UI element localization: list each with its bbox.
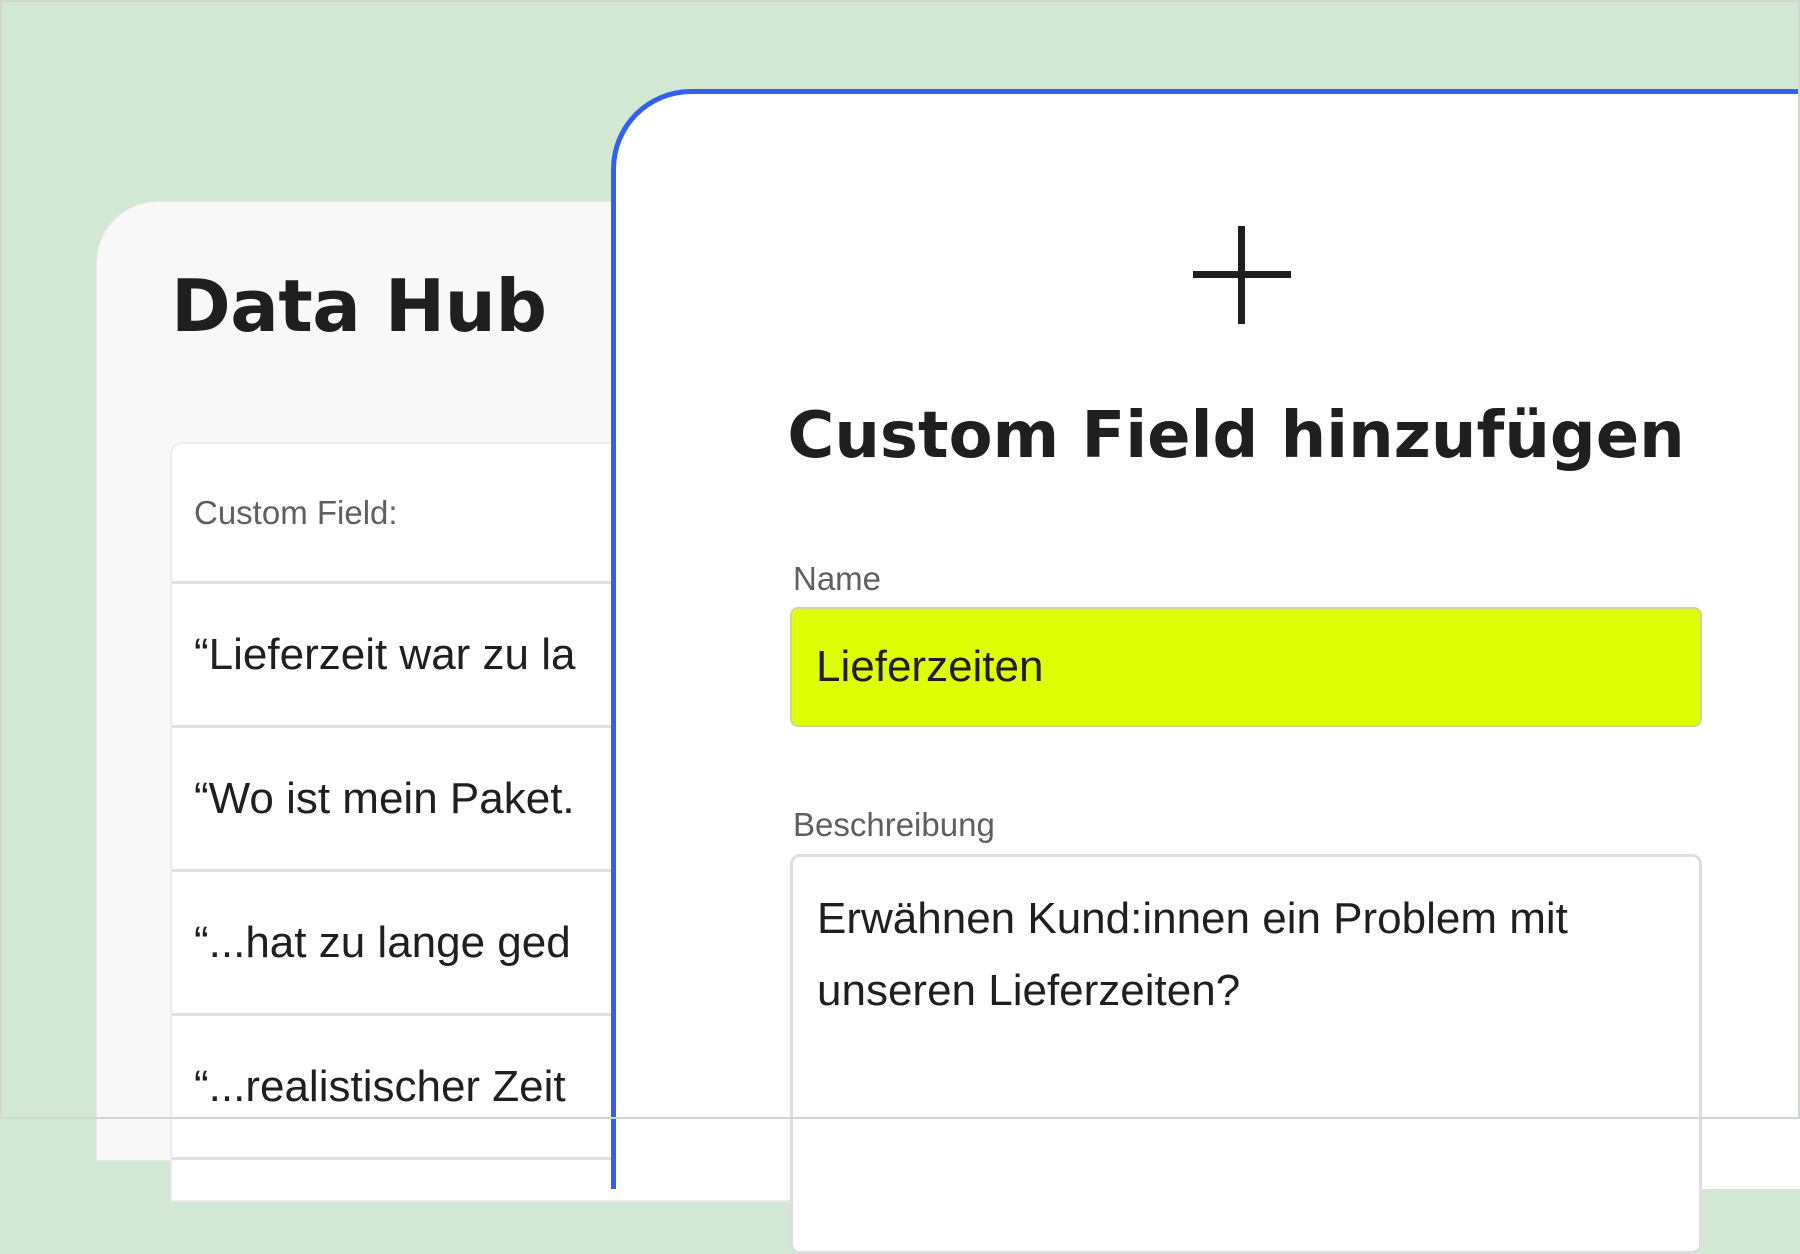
plus-icon — [1193, 226, 1291, 324]
description-label: Beschreibung — [793, 806, 995, 843]
name-input[interactable]: Lieferzeiten — [790, 607, 1702, 727]
name-label: Name — [793, 560, 882, 597]
modal-title: Custom Field hinzufügen — [787, 399, 1685, 473]
description-textarea[interactable]: Erwähnen Kund:innen ein Problem mit unse… — [790, 854, 1702, 1254]
data-hub-title: Data Hub — [171, 264, 547, 348]
add-custom-field-modal: Custom Field hinzufügen Name Lieferzeite… — [611, 89, 1800, 1254]
